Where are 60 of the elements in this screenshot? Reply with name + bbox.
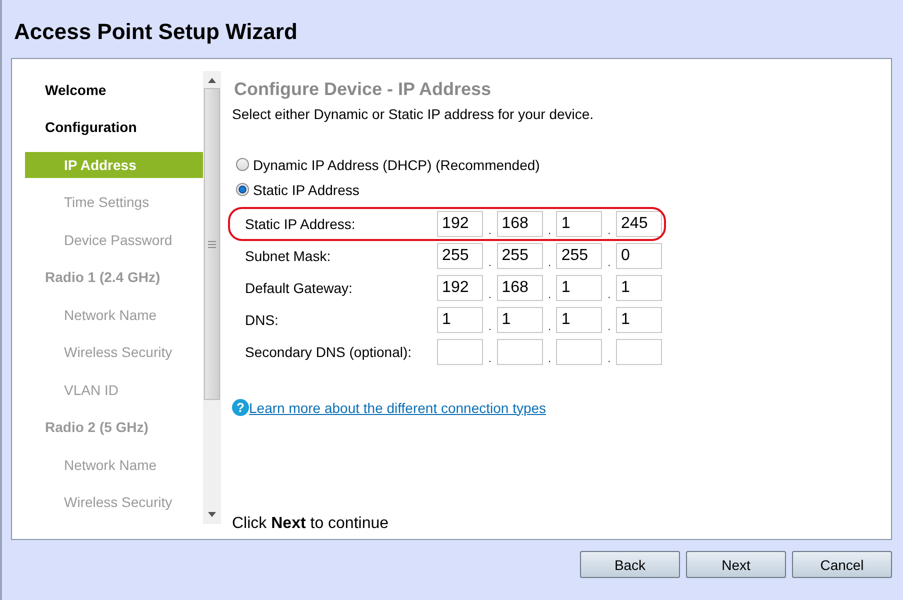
octet-separator: . <box>487 258 492 269</box>
octet-field[interactable]: 255 <box>496 243 543 269</box>
radio-label[interactable]: Dynamic IP Address (DHCP) (Recommended) <box>253 156 540 172</box>
octet-separator: . <box>487 290 492 301</box>
wizard-button[interactable]: Cancel <box>792 551 892 578</box>
octet-separator: . <box>547 354 552 365</box>
wizard-button[interactable]: Back <box>580 551 680 578</box>
octet-field[interactable]: 1 <box>556 307 602 333</box>
octet-field[interactable]: 168 <box>496 211 543 237</box>
octet-separator: . <box>487 226 492 237</box>
radio-button[interactable] <box>236 183 249 196</box>
octet-field[interactable]: 192 <box>437 275 484 301</box>
octet-field[interactable]: 192 <box>437 211 484 237</box>
grip-icon <box>208 240 216 248</box>
octet-field[interactable]: 1 <box>437 307 484 333</box>
scroll-up-icon[interactable] <box>207 77 217 85</box>
section-title: Configure Device - IP Address <box>234 79 492 100</box>
scroll-down-icon[interactable] <box>207 510 217 518</box>
window-title: Access Point Setup Wizard <box>14 18 298 46</box>
octet-separator: . <box>606 354 612 365</box>
octet-separator: . <box>547 322 552 333</box>
instruction-text: Select either Dynamic or Static IP address for your device. <box>232 106 595 122</box>
octet-field[interactable]: 1 <box>556 275 602 301</box>
octet-field[interactable]: 255 <box>556 243 602 269</box>
scrollbar[interactable] <box>203 71 221 524</box>
radio-button[interactable] <box>236 158 249 171</box>
sidebar-item[interactable]: Welcome <box>25 71 203 108</box>
octet-field[interactable]: 1 <box>616 275 662 301</box>
octet-separator: . <box>487 354 492 365</box>
octet-separator: . <box>547 290 552 301</box>
octet-field[interactable]: 168 <box>496 275 543 301</box>
octet-field[interactable]: 1 <box>496 307 543 333</box>
field-label: Default Gateway: <box>245 280 354 296</box>
scroll-thumb[interactable] <box>204 88 220 400</box>
footer-note: Click Next to continue <box>232 515 390 533</box>
field-label: DNS: <box>245 312 280 328</box>
octet-separator: . <box>547 258 552 269</box>
sidebar-item[interactable]: Configuration <box>25 108 203 146</box>
octet-field[interactable]: 1 <box>556 211 602 237</box>
radio-label[interactable]: Static IP Address <box>253 182 360 198</box>
octet-field[interactable]: 1 <box>616 307 662 333</box>
octet-field[interactable]: 255 <box>437 243 484 269</box>
help-icon: ? <box>232 399 249 416</box>
octet-separator: . <box>547 226 552 237</box>
octet-field[interactable] <box>437 339 484 365</box>
octet-field[interactable] <box>616 339 662 365</box>
octet-field[interactable]: 0 <box>616 243 662 269</box>
octet-separator: . <box>606 322 612 333</box>
octet-field[interactable]: 245 <box>616 211 662 237</box>
octet-separator: . <box>487 322 492 333</box>
octet-field[interactable] <box>556 339 602 365</box>
field-label: Static IP Address: <box>245 216 356 232</box>
field-label: Subnet Mask: <box>245 248 332 264</box>
octet-separator: . <box>606 226 612 237</box>
octet-separator: . <box>606 258 612 269</box>
octet-field[interactable] <box>496 339 543 365</box>
wizard-button[interactable]: Next <box>686 551 786 578</box>
help-link[interactable]: Learn more about the different connection types <box>249 400 546 416</box>
octet-separator: . <box>606 290 612 301</box>
field-label: Secondary DNS (optional): <box>245 344 413 360</box>
